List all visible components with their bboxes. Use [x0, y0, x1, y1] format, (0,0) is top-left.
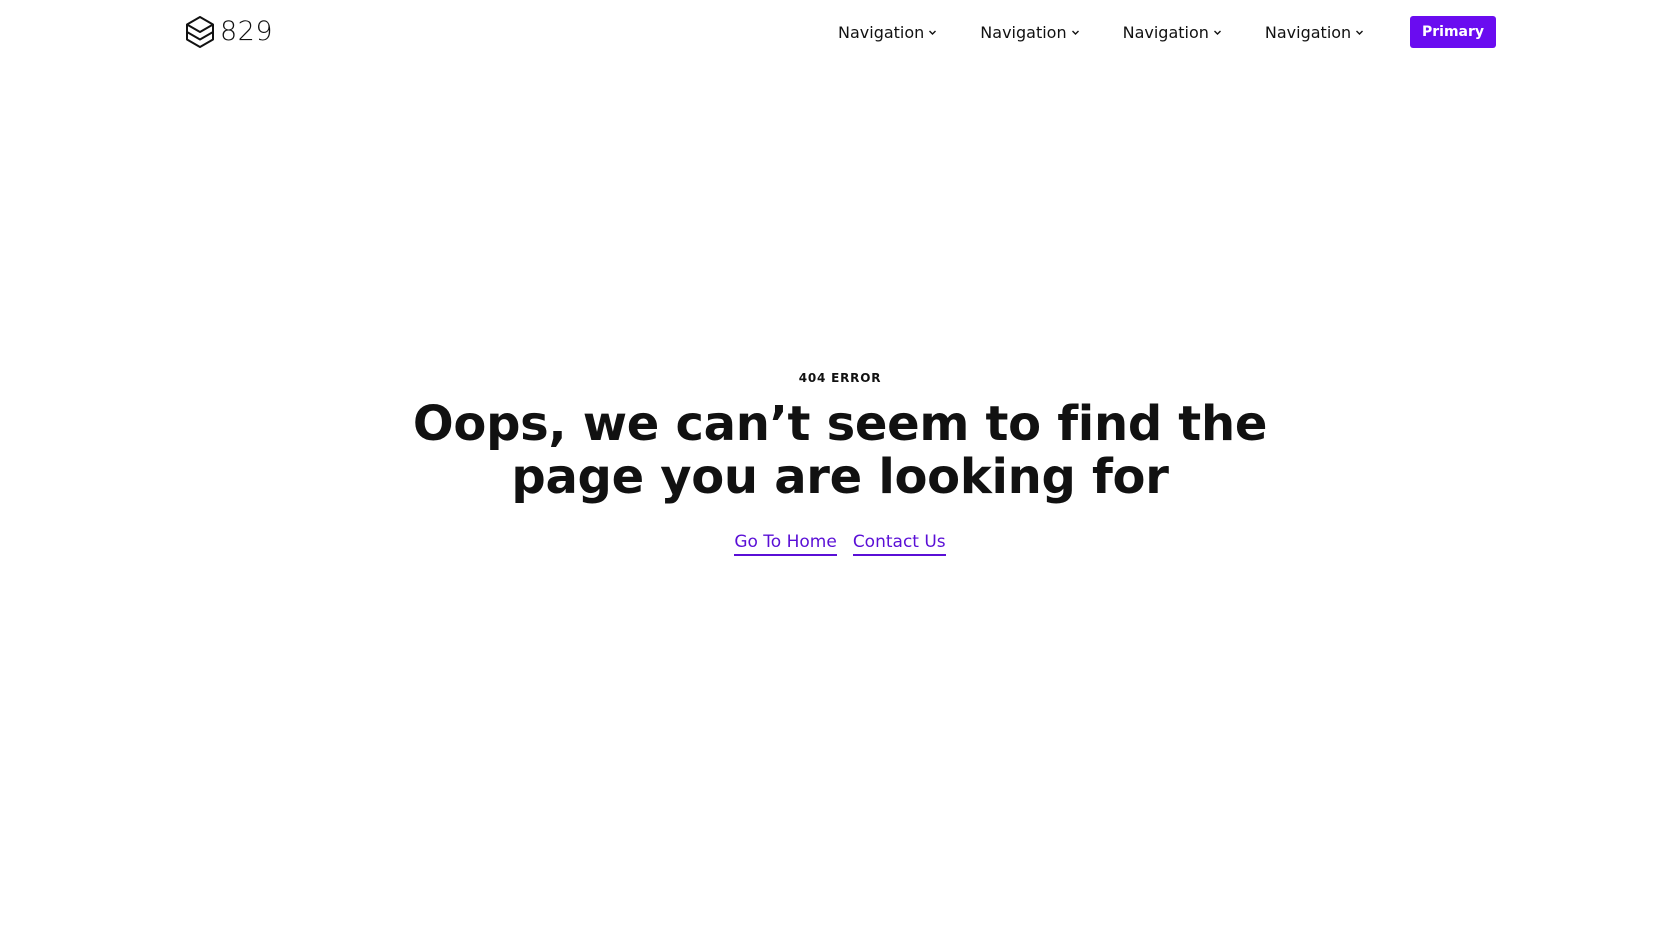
chevron-down-icon	[1355, 28, 1364, 37]
nav-item-1[interactable]: Navigation	[838, 16, 937, 48]
logo-text: 829	[220, 16, 274, 47]
chevron-down-icon	[928, 28, 937, 37]
error-code-label: 404 ERROR	[798, 371, 882, 385]
hexagon-cube-logo-icon	[184, 15, 216, 49]
page: 829 Navigation Navigation Navigation Nav…	[0, 0, 1680, 944]
go-to-home-link[interactable]: Go To Home	[734, 532, 837, 556]
error-hero: 404 ERROR Oops, we can’t seem to find th…	[0, 370, 1680, 556]
nav-item-2[interactable]: Navigation	[980, 16, 1079, 48]
main-nav: Navigation Navigation Navigation Navigat…	[838, 16, 1407, 48]
logo-link[interactable]: 829	[184, 15, 273, 49]
action-links: Go To Home Contact Us	[0, 532, 1680, 556]
contact-us-link[interactable]: Contact Us	[852, 532, 946, 556]
primary-button[interactable]: Primary	[1410, 16, 1496, 48]
nav-item-label: Navigation	[980, 22, 1067, 42]
nav-item-label: Navigation	[1122, 22, 1209, 42]
nav-item-3[interactable]: Navigation	[1123, 16, 1222, 48]
nav-item-label: Navigation	[838, 22, 925, 42]
chevron-down-icon	[1071, 28, 1080, 37]
top-navigation-bar: 829 Navigation Navigation Navigation Nav…	[0, 0, 1680, 64]
nav-item-label: Navigation	[1264, 22, 1352, 42]
page-title: Oops, we can’t seem to find the page you…	[412, 396, 1268, 505]
nav-item-4[interactable]: Navigation	[1265, 16, 1364, 48]
chevron-down-icon	[1213, 28, 1222, 37]
